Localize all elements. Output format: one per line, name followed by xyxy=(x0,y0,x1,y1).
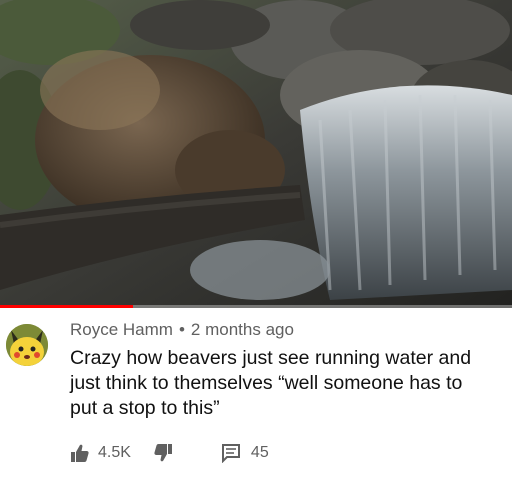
comment-meta: Royce Hamm • 2 months ago xyxy=(70,320,294,340)
video-player[interactable] xyxy=(0,0,512,308)
meta-separator: • xyxy=(178,320,185,339)
comment-author[interactable]: Royce Hamm xyxy=(70,320,173,339)
comment-line: just think to themselves “well someone h… xyxy=(70,372,463,394)
comment-text: Crazy how beavers just see running water… xyxy=(70,346,506,421)
like-count: 4.5K xyxy=(98,444,131,461)
comment-line: put a stop to this” xyxy=(70,397,220,419)
comment: Royce Hamm • 2 months ago Crazy how beaver… xyxy=(0,308,512,482)
comment-line: Crazy how beavers just see running water… xyxy=(70,347,472,369)
video-frame xyxy=(0,0,512,308)
dislike-button[interactable] xyxy=(153,443,173,463)
comment-actions: 4.5K 45 xyxy=(70,440,269,466)
like-button[interactable]: 4.5K xyxy=(70,443,131,463)
reply-button[interactable]: 45 xyxy=(221,443,269,463)
comment-time[interactable]: 2 months ago xyxy=(191,320,294,339)
pikachu-avatar-icon[interactable] xyxy=(6,324,48,366)
reply-count: 45 xyxy=(250,444,269,461)
comment-icon xyxy=(221,444,240,463)
thumbs-up-icon xyxy=(71,444,89,462)
thumbs-down-icon xyxy=(154,444,172,462)
